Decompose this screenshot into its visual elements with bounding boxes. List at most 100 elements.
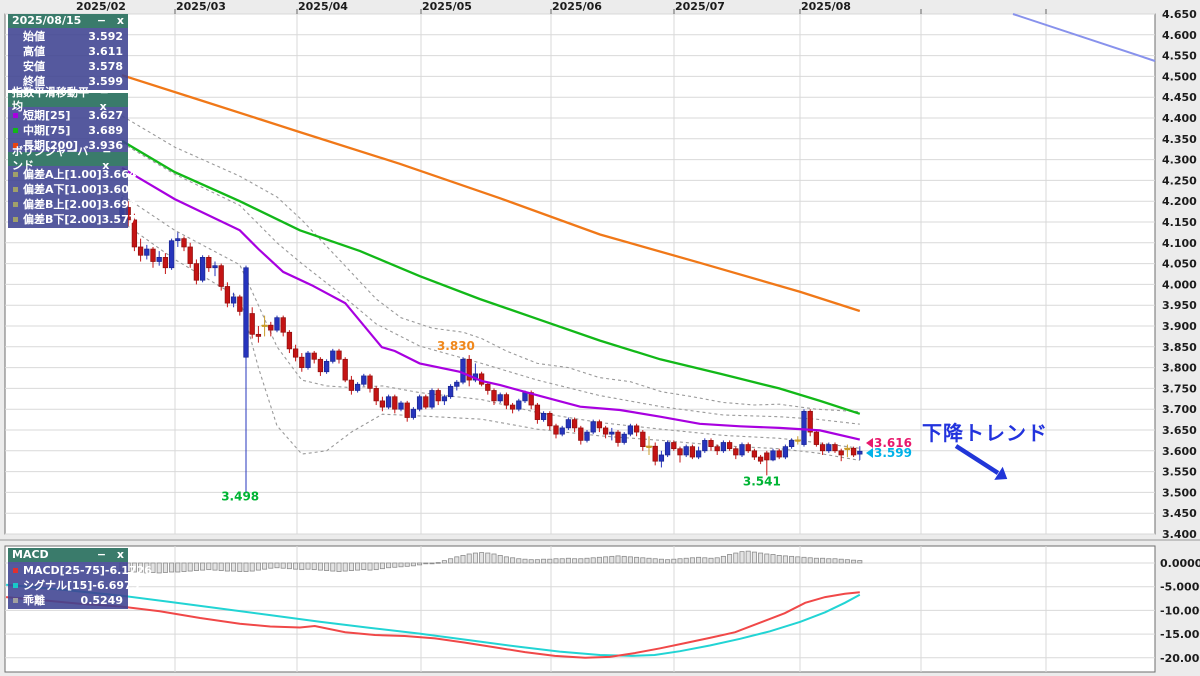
macd-histogram-bar bbox=[361, 562, 367, 571]
y-axis-price-label: 4.300 bbox=[1162, 154, 1197, 167]
ohlc-legend-panel[interactable]: 2025/08/15 − x 始値 3.592 高値 3.611 安値 3.57… bbox=[8, 14, 128, 90]
downtrend-annotation-text[interactable]: 下降トレンド bbox=[922, 417, 1048, 446]
candlestick[interactable] bbox=[330, 348, 336, 364]
macd-histogram-bar bbox=[237, 562, 243, 572]
candle-body bbox=[193, 263, 200, 281]
macd-histogram-bar bbox=[714, 557, 720, 564]
macd-histogram-bar bbox=[398, 562, 404, 568]
candle-body bbox=[590, 421, 596, 433]
macd-histogram-bar bbox=[479, 552, 485, 564]
macd-histogram-bar bbox=[770, 554, 776, 564]
candle-body bbox=[361, 375, 367, 385]
macd-histogram-bar bbox=[720, 555, 726, 564]
y-axis-price-label: 4.500 bbox=[1162, 70, 1197, 83]
macd-histogram-bar bbox=[739, 551, 745, 564]
candle-body bbox=[404, 402, 410, 418]
candlestick[interactable] bbox=[274, 315, 280, 333]
candle-body bbox=[317, 358, 324, 373]
macd-histogram-bar bbox=[454, 556, 460, 564]
candlestick[interactable] bbox=[447, 384, 454, 399]
candle-body bbox=[175, 238, 181, 242]
candlestick[interactable] bbox=[807, 409, 813, 437]
close-icon[interactable]: x bbox=[117, 548, 124, 561]
candlestick[interactable] bbox=[739, 442, 745, 458]
macd-histogram-bar bbox=[634, 556, 640, 564]
candlestick[interactable] bbox=[342, 357, 348, 383]
candlestick[interactable] bbox=[621, 432, 627, 445]
candlestick[interactable] bbox=[416, 394, 423, 412]
bb-row-a-upper: 偏差A上[1.00] 3.664 bbox=[8, 167, 137, 182]
candlestick[interactable] bbox=[770, 448, 776, 462]
macd-histogram-bar bbox=[689, 557, 695, 564]
macd-histogram-bar bbox=[417, 562, 423, 566]
candlestick[interactable] bbox=[516, 398, 522, 412]
candle-body bbox=[602, 427, 609, 435]
bb-color-dot bbox=[13, 202, 18, 207]
chart-canvas[interactable]: 4.650 4.600 4.550 4.500 4.450 4.400 4.350 4.300… bbox=[0, 0, 1200, 676]
candlestick[interactable] bbox=[218, 263, 224, 291]
candle-body bbox=[813, 431, 820, 445]
y-axis-price-label: 3.700 bbox=[1162, 403, 1197, 416]
candlestick[interactable] bbox=[720, 440, 727, 453]
macd-histogram-bar bbox=[553, 558, 559, 564]
macd-histogram-bar bbox=[565, 557, 571, 564]
candlestick[interactable] bbox=[565, 417, 572, 430]
bollinger-legend-panel[interactable]: ボリンジャーバンド − x 偏差A上[1.00] 3.664 偏差A下[1.00… bbox=[8, 145, 137, 228]
candle-body bbox=[286, 331, 293, 350]
minimize-icon[interactable]: − bbox=[102, 145, 111, 158]
y-axis-price-label: 4.200 bbox=[1162, 195, 1197, 208]
bollinger-legend-header[interactable]: ボリンジャーバンド − x bbox=[8, 145, 128, 172]
candlestick[interactable] bbox=[584, 430, 590, 443]
y-axis-price-label: 4.400 bbox=[1162, 112, 1197, 125]
candle-body bbox=[416, 396, 423, 410]
macd-histogram-bar bbox=[324, 562, 330, 571]
candlestick[interactable] bbox=[323, 359, 330, 374]
candle-body bbox=[565, 419, 572, 429]
candlestick[interactable] bbox=[813, 430, 820, 447]
y-axis-price-label: 3.450 bbox=[1162, 507, 1197, 520]
ohlc-row-open: 始値 3.592 bbox=[23, 30, 123, 43]
y-axis-price-label: 4.050 bbox=[1162, 258, 1197, 271]
candlestick[interactable] bbox=[361, 373, 367, 387]
candlestick[interactable] bbox=[702, 438, 708, 453]
x-axis-date-label: 2025/05 bbox=[422, 0, 472, 13]
ohlc-legend-header[interactable]: 2025/08/15 − x bbox=[8, 14, 128, 28]
macd-legend-header[interactable]: MACD − x bbox=[8, 548, 128, 562]
candlestick[interactable] bbox=[664, 440, 671, 458]
minimize-icon[interactable]: − bbox=[97, 14, 106, 27]
candlestick[interactable] bbox=[410, 407, 417, 420]
macd-histogram-bar bbox=[758, 552, 764, 564]
candlestick[interactable] bbox=[423, 394, 429, 410]
candlestick[interactable] bbox=[782, 444, 789, 460]
candlestick[interactable] bbox=[460, 357, 466, 385]
candlestick[interactable] bbox=[801, 409, 807, 447]
candle-body bbox=[516, 400, 522, 410]
candlestick[interactable] bbox=[689, 444, 696, 460]
minimize-icon[interactable]: − bbox=[100, 86, 109, 99]
candlestick[interactable] bbox=[627, 423, 634, 437]
ema-legend-header[interactable]: 指数平滑移動平均 − x bbox=[8, 86, 128, 113]
candle-body bbox=[224, 286, 231, 304]
candle-body bbox=[280, 317, 286, 333]
candle-body bbox=[162, 257, 169, 269]
candlestick[interactable] bbox=[305, 350, 311, 370]
candle-body bbox=[206, 257, 212, 269]
minimize-icon[interactable]: − bbox=[97, 548, 106, 561]
macd-row-signal: シグナル[15] -6.6975 bbox=[8, 578, 139, 593]
chart-application-window: 4.650 4.600 4.550 4.500 4.450 4.400 4.350 4.300… bbox=[0, 0, 1200, 676]
candlestick[interactable] bbox=[683, 444, 689, 458]
x-axis-date-label: 2025/03 bbox=[176, 0, 226, 13]
macd-legend-panel[interactable]: MACD − x MACD[25-75] -6.1726 シグナル[15] -6… bbox=[8, 548, 152, 609]
candlestick[interactable] bbox=[168, 238, 175, 270]
candlestick[interactable] bbox=[385, 394, 392, 410]
candle-body bbox=[336, 350, 342, 360]
macd-histogram-bar bbox=[231, 562, 237, 572]
candle-body bbox=[385, 396, 392, 408]
candlestick[interactable] bbox=[199, 255, 206, 283]
candlestick[interactable] bbox=[429, 388, 435, 410]
macd-histogram-bar bbox=[658, 558, 664, 564]
candlestick[interactable] bbox=[590, 419, 596, 435]
macd-histogram-bar bbox=[410, 562, 416, 567]
close-icon[interactable]: x bbox=[117, 14, 124, 27]
bb-row-b-lower: 偏差B下[2.00] 3.577 bbox=[8, 212, 136, 227]
